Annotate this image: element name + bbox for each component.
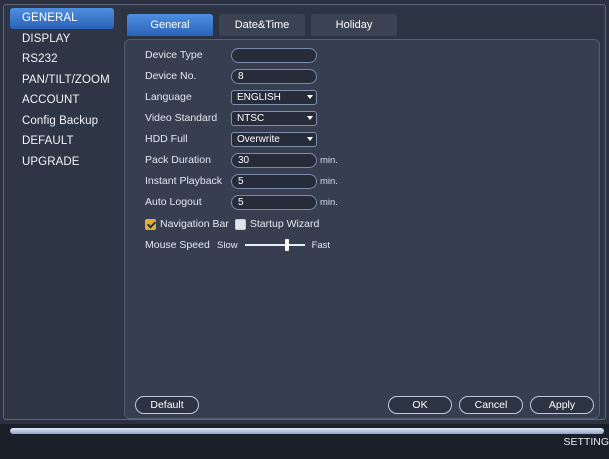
sidebar-item-config-backup[interactable]: Config Backup	[10, 111, 114, 132]
hdd-full-select[interactable]: Overwrite	[231, 132, 317, 147]
video-standard-select[interactable]: NTSC	[231, 111, 317, 126]
video-standard-label: Video Standard	[145, 112, 218, 124]
apply-button[interactable]: Apply	[530, 396, 594, 414]
device-no-label: Device No.	[145, 70, 197, 82]
sidebar-item-upgrade[interactable]: UPGRADE	[10, 152, 114, 173]
instant-playback-label: Instant Playback	[145, 175, 223, 187]
startup-wizard-label: Startup Wizard	[249, 218, 320, 230]
chevron-down-icon	[307, 95, 313, 99]
pack-duration-input[interactable]: 30	[231, 153, 317, 168]
instant-playback-row: Instant Playback	[145, 171, 231, 191]
device-no-input[interactable]: 8	[231, 69, 317, 84]
tab-holiday[interactable]: Holiday	[311, 14, 397, 36]
navigation-bar-label: Navigation Bar	[160, 218, 229, 230]
mouse-speed-slow-label: Slow	[217, 239, 238, 251]
language-value: ENGLISH	[237, 92, 281, 103]
mouse-speed-label: Mouse Speed	[145, 239, 210, 251]
chevron-down-icon	[307, 137, 313, 141]
language-select[interactable]: ENGLISH	[231, 90, 317, 105]
auto-logout-unit: min.	[320, 197, 338, 208]
pack-duration-row: Pack Duration	[145, 150, 231, 170]
instant-playback-unit: min.	[320, 176, 338, 187]
mouse-speed-slider[interactable]	[242, 235, 308, 255]
sidebar-item-display[interactable]: DISPLAY	[10, 29, 114, 50]
tab-bar: General Date&Time Holiday	[127, 14, 403, 36]
settings-sidebar: GENERAL DISPLAY RS232 PAN/TILT/ZOOM ACCO…	[10, 8, 114, 418]
footer-setting-label: SETTING	[563, 436, 609, 448]
video-standard-value: NTSC	[237, 113, 265, 124]
default-button[interactable]: Default	[135, 396, 199, 414]
tab-general[interactable]: General	[127, 14, 213, 36]
navigation-bar-checkbox[interactable]	[145, 218, 156, 230]
general-settings-panel: Device Type Device No. 8 Language ENGLIS…	[124, 39, 600, 419]
video-standard-row: Video Standard	[145, 108, 231, 128]
mouse-speed-fast-label: Fast	[311, 239, 331, 251]
device-type-row: Device Type	[145, 45, 231, 65]
slider-track	[244, 244, 305, 246]
hdd-full-label: HDD Full	[145, 133, 188, 145]
ok-button[interactable]: OK	[388, 396, 452, 414]
pack-duration-label: Pack Duration	[145, 154, 211, 166]
auto-logout-label: Auto Logout	[145, 196, 202, 208]
checkbox-row: Navigation Bar Startup Wizard	[145, 214, 319, 234]
language-label: Language	[145, 91, 192, 103]
sidebar-item-pan-tilt-zoom[interactable]: PAN/TILT/ZOOM	[10, 70, 114, 91]
startup-wizard-checkbox[interactable]	[234, 218, 246, 230]
chevron-down-icon	[307, 116, 313, 120]
sidebar-item-general[interactable]: GENERAL	[10, 8, 114, 29]
sidebar-item-default[interactable]: DEFAULT	[10, 131, 114, 152]
settings-main: General Date&Time Holiday Device Type De…	[121, 8, 603, 419]
cancel-button[interactable]: Cancel	[459, 396, 523, 414]
status-progress-strip	[10, 428, 604, 434]
hdd-full-value: Overwrite	[237, 134, 280, 145]
mouse-speed-row: Mouse Speed Slow Fast	[145, 235, 330, 255]
device-type-input[interactable]	[231, 48, 317, 63]
language-row: Language	[145, 87, 231, 107]
sidebar-item-account[interactable]: ACCOUNT	[10, 90, 114, 111]
instant-playback-input[interactable]: 5	[231, 174, 317, 189]
pack-duration-unit: min.	[320, 155, 338, 166]
tab-date-time[interactable]: Date&Time	[219, 14, 305, 36]
auto-logout-input[interactable]: 5	[231, 195, 317, 210]
auto-logout-row: Auto Logout	[145, 192, 231, 212]
device-type-label: Device Type	[145, 49, 203, 61]
device-no-row: Device No.	[145, 66, 231, 86]
sidebar-item-rs232[interactable]: RS232	[10, 49, 114, 70]
hdd-full-row: HDD Full	[145, 129, 231, 149]
slider-handle[interactable]	[285, 239, 290, 251]
